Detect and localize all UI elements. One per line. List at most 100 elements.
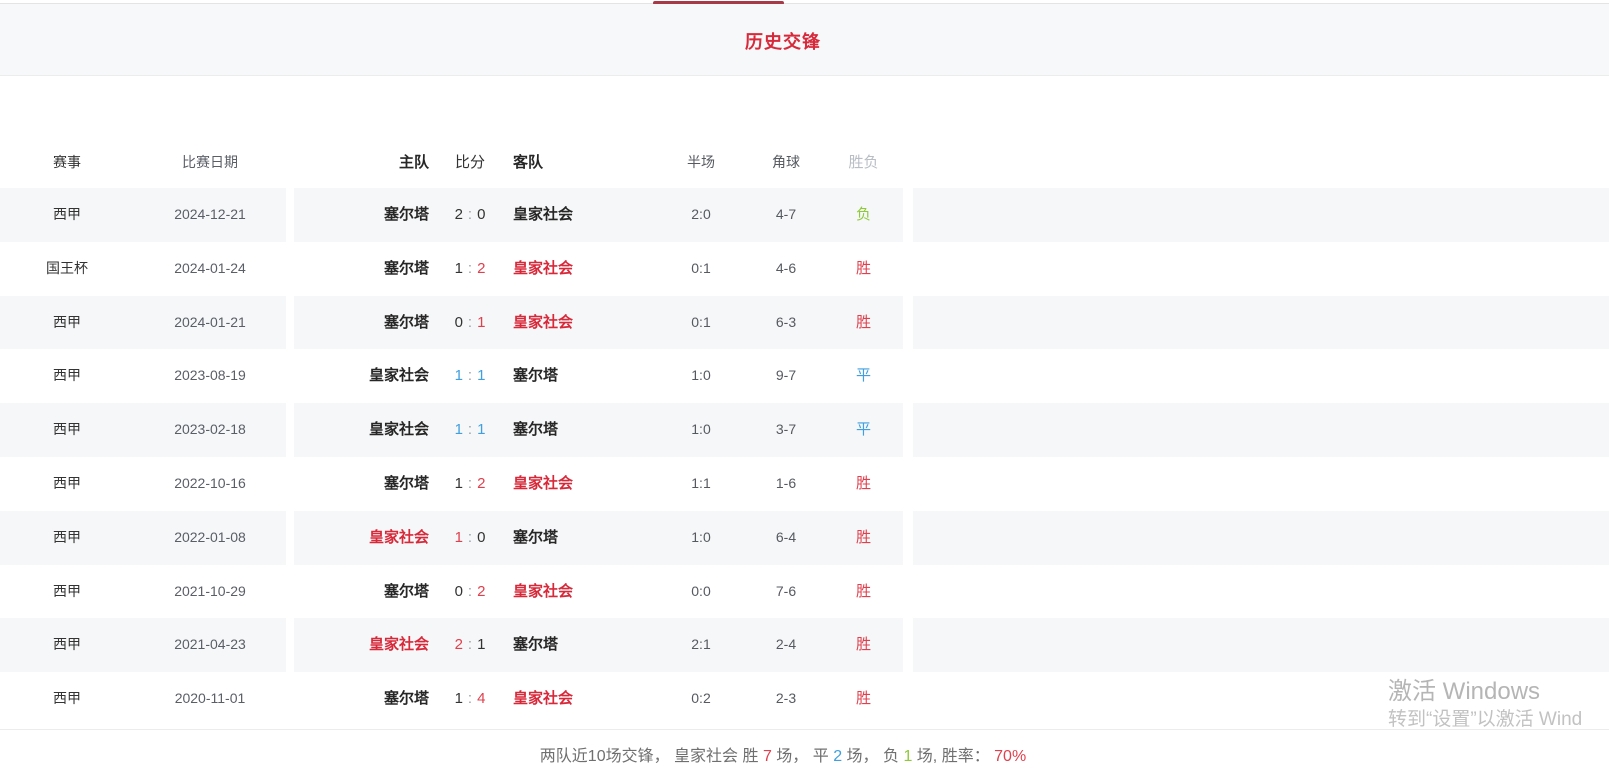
row-date: 2023-02-18 — [134, 403, 286, 457]
away-goals: 2 — [477, 583, 485, 600]
head-to-head-summary: 两队近10场交锋， 皇家社会 胜 7 场， 平 2 场， 负 1 场, 胜率： … — [0, 745, 1566, 769]
score-separator: : — [468, 690, 472, 707]
filter-row: 全部赛事 主客相同 10场 西甲✓ 国王杯✓ 西乙✓ — [0, 77, 1609, 137]
summary-segment: 场， 平 — [772, 748, 833, 765]
row-halftime-score: 2:0 — [648, 188, 754, 242]
row-date: 2020-11-01 — [134, 672, 286, 726]
summary-segment: 2 — [833, 748, 842, 765]
row-halftime-score: 1:0 — [648, 349, 754, 403]
table-row[interactable]: 西甲 2022-10-16 塞尔塔 1:2 皇家社会 1:1 1-6 胜 — [0, 457, 1609, 511]
row-result-badge: 负 — [824, 188, 903, 242]
row-result-badge: 胜 — [824, 618, 903, 672]
away-goals: 1 — [477, 314, 485, 331]
score-separator: : — [468, 314, 472, 331]
away-goals: 0 — [477, 206, 485, 223]
summary-segment: 场， 负 — [842, 748, 903, 765]
table-header: 赛事 比赛日期 主队 比分 客队 半场 角球 胜负 — [0, 137, 1609, 188]
row-score: 1:0 — [437, 511, 503, 565]
row-corner-count: 2-4 — [754, 618, 818, 672]
home-goals: 1 — [455, 260, 463, 277]
row-score: 1:1 — [437, 403, 503, 457]
row-score: 1:2 — [437, 457, 503, 511]
header-home-team: 主队 — [296, 137, 437, 188]
row-away-team: 皇家社会 — [503, 242, 648, 296]
home-goals: 0 — [455, 583, 463, 600]
away-goals: 1 — [477, 636, 485, 653]
row-halftime-score: 0:0 — [648, 565, 754, 619]
row-halftime-score: 1:0 — [648, 511, 754, 565]
row-halftime-score: 2:1 — [648, 618, 754, 672]
row-competition: 西甲 — [0, 618, 134, 672]
row-date: 2022-10-16 — [134, 457, 286, 511]
home-goals: 2 — [455, 206, 463, 223]
table-row[interactable]: 国王杯 2024-01-24 塞尔塔 1:2 皇家社会 0:1 4-6 胜 — [0, 242, 1609, 296]
row-score: 1:4 — [437, 672, 503, 726]
header-competition: 赛事 — [0, 137, 134, 188]
score-separator: : — [468, 636, 472, 653]
score-separator: : — [468, 529, 472, 546]
row-competition: 西甲 — [0, 296, 134, 350]
row-date: 2023-08-19 — [134, 349, 286, 403]
section-title[interactable]: 历史交锋 — [0, 4, 1566, 76]
row-halftime-score: 1:1 — [648, 457, 754, 511]
score-separator: : — [468, 583, 472, 600]
column-gap-right — [903, 188, 913, 726]
windows-activation-watermark-line1: 激活 Windows — [1388, 671, 1540, 706]
match-rows: 西甲 2024-12-21 塞尔塔 2:0 皇家社会 2:0 4-7 负 国王杯… — [0, 188, 1609, 726]
home-goals: 1 — [455, 367, 463, 384]
summary-divider — [0, 729, 1609, 730]
row-corner-count: 7-6 — [754, 565, 818, 619]
table-row[interactable]: 西甲 2022-01-08 皇家社会 1:0 塞尔塔 1:0 6-4 胜 — [0, 511, 1609, 565]
row-away-team: 塞尔塔 — [503, 618, 648, 672]
row-home-team: 塞尔塔 — [296, 457, 437, 511]
summary-segment: 两队近10场交锋， — [540, 748, 674, 765]
summary-segment: 场, 胜率： — [912, 748, 994, 765]
score-separator: : — [468, 421, 472, 438]
home-goals: 1 — [455, 421, 463, 438]
row-home-team: 塞尔塔 — [296, 672, 437, 726]
row-result-badge: 胜 — [824, 457, 903, 511]
row-halftime-score: 1:0 — [648, 403, 754, 457]
row-halftime-score: 0:2 — [648, 672, 754, 726]
row-date: 2024-01-24 — [134, 242, 286, 296]
table-row[interactable]: 西甲 2024-01-21 塞尔塔 0:1 皇家社会 0:1 6-3 胜 — [0, 296, 1609, 350]
row-score: 1:1 — [437, 349, 503, 403]
row-result-badge: 胜 — [824, 672, 903, 726]
row-home-team: 皇家社会 — [296, 403, 437, 457]
row-competition: 国王杯 — [0, 242, 134, 296]
column-gap-left — [286, 188, 294, 726]
home-goals: 1 — [455, 690, 463, 707]
table-row[interactable]: 西甲 2021-04-23 皇家社会 2:1 塞尔塔 2:1 2-4 胜 — [0, 618, 1609, 672]
table-row[interactable]: 西甲 2021-10-29 塞尔塔 0:2 皇家社会 0:0 7-6 胜 — [0, 565, 1609, 619]
row-result-badge: 胜 — [824, 511, 903, 565]
home-goals: 1 — [455, 475, 463, 492]
row-home-team: 皇家社会 — [296, 511, 437, 565]
row-away-team: 皇家社会 — [503, 188, 648, 242]
history-head-to-head-panel: 历史交锋 全部赛事 主客相同 10场 西甲✓ 国王杯✓ 西乙✓ 赛事 比赛日期 … — [0, 0, 1609, 777]
row-result-badge: 胜 — [824, 242, 903, 296]
row-away-team: 皇家社会 — [503, 457, 648, 511]
header-score: 比分 — [437, 137, 503, 188]
table-row[interactable]: 西甲 2024-12-21 塞尔塔 2:0 皇家社会 2:0 4-7 负 — [0, 188, 1609, 242]
away-goals: 1 — [477, 421, 485, 438]
table-row[interactable]: 西甲 2020-11-01 塞尔塔 1:4 皇家社会 0:2 2-3 胜 — [0, 672, 1609, 726]
row-result-badge: 胜 — [824, 565, 903, 619]
away-goals: 2 — [477, 260, 485, 277]
row-corner-count: 9-7 — [754, 349, 818, 403]
table-row[interactable]: 西甲 2023-08-19 皇家社会 1:1 塞尔塔 1:0 9-7 平 — [0, 349, 1609, 403]
row-corner-count: 6-3 — [754, 296, 818, 350]
row-competition: 西甲 — [0, 349, 134, 403]
row-score: 0:1 — [437, 296, 503, 350]
row-corner-count: 2-3 — [754, 672, 818, 726]
row-score: 1:2 — [437, 242, 503, 296]
row-competition: 西甲 — [0, 457, 134, 511]
score-separator: : — [468, 367, 472, 384]
row-date: 2022-01-08 — [134, 511, 286, 565]
row-date: 2024-12-21 — [134, 188, 286, 242]
row-corner-count: 6-4 — [754, 511, 818, 565]
row-corner-count: 4-6 — [754, 242, 818, 296]
away-goals: 0 — [477, 529, 485, 546]
row-date: 2021-04-23 — [134, 618, 286, 672]
table-row[interactable]: 西甲 2023-02-18 皇家社会 1:1 塞尔塔 1:0 3-7 平 — [0, 403, 1609, 457]
row-home-team: 皇家社会 — [296, 349, 437, 403]
